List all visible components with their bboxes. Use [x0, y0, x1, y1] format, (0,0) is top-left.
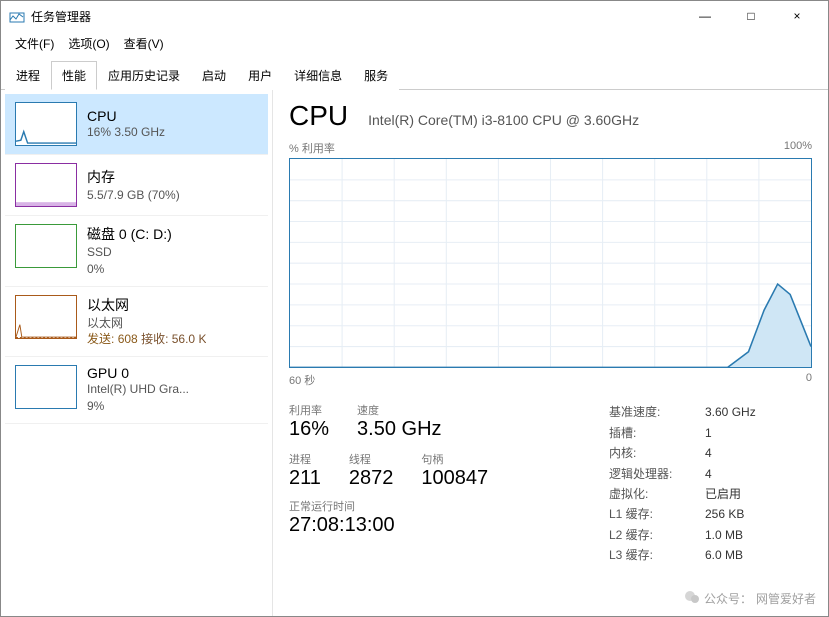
sidebar-item-sub: 16% 3.50 GHz — [87, 124, 165, 141]
sidebar-item-sendrecv: 发送: 608 接收: 56.0 K — [87, 331, 206, 348]
sidebar-item-label: 磁盘 0 (C: D:) — [87, 224, 172, 244]
cpu-model: Intel(R) Core(TM) i3-8100 CPU @ 3.60GHz — [368, 112, 639, 128]
kv-key: L2 缓存: — [609, 525, 685, 545]
sidebar-item-sub: 5.5/7.9 GB (70%) — [87, 187, 180, 204]
cpu-details: 基准速度:3.60 GHz 插槽:1 内核:4 逻辑处理器:4 虚拟化:已启用 … — [609, 402, 756, 565]
titlebar: 任务管理器 — □ × — [1, 1, 828, 31]
watermark-name: 网管爱好者 — [756, 590, 816, 607]
cpu-thumb-icon — [15, 102, 77, 146]
kv-val: 已启用 — [705, 484, 741, 504]
sidebar-item-ethernet[interactable]: 以太网 以太网 发送: 608 接收: 56.0 K — [5, 287, 268, 358]
chart-xleft: 60 秒 — [289, 372, 315, 388]
stat-label-utilization: 利用率 — [289, 402, 329, 418]
wechat-icon — [684, 589, 700, 608]
sidebar-item-label: CPU — [87, 108, 165, 124]
chart-ylabel: % 利用率 — [289, 140, 335, 156]
stat-value-processes: 211 — [289, 467, 321, 490]
kv-key: 逻辑处理器: — [609, 464, 685, 484]
gpu-thumb-icon — [15, 365, 77, 409]
menu-view[interactable]: 查看(V) — [118, 33, 170, 54]
chart-xright: 0 — [806, 372, 812, 388]
sidebar-item-label: 以太网 — [87, 295, 206, 315]
sidebar[interactable]: CPU 16% 3.50 GHz 内存 5.5/7.9 GB (70%) 磁盘 … — [1, 90, 273, 616]
stat-value-threads: 2872 — [349, 467, 394, 490]
minimize-button[interactable]: — — [682, 1, 728, 31]
tab-startup[interactable]: 启动 — [191, 61, 237, 90]
tab-processes[interactable]: 进程 — [5, 61, 51, 90]
kv-val: 1.0 MB — [705, 525, 743, 545]
recv-value: 56.0 K — [172, 332, 207, 346]
stat-label-handles: 句柄 — [421, 451, 488, 467]
tab-details[interactable]: 详细信息 — [283, 61, 353, 90]
tab-users[interactable]: 用户 — [237, 61, 283, 90]
sidebar-item-disk[interactable]: 磁盘 0 (C: D:) SSD 0% — [5, 216, 268, 287]
watermark-prefix: 公众号： — [704, 590, 752, 607]
kv-key: 虚拟化: — [609, 484, 685, 504]
menu-file[interactable]: 文件(F) — [9, 33, 60, 54]
kv-key: L1 缓存: — [609, 504, 685, 524]
ethernet-thumb-icon — [15, 295, 77, 339]
tab-app-history[interactable]: 应用历史记录 — [97, 61, 191, 90]
watermark: 公众号： 网管爱好者 — [684, 589, 816, 608]
close-button[interactable]: × — [774, 1, 820, 31]
menubar: 文件(F) 选项(O) 查看(V) — [1, 31, 828, 60]
cpu-utilization-chart[interactable] — [289, 158, 812, 368]
kv-val: 1 — [705, 423, 712, 443]
send-label: 发送: — [87, 332, 114, 346]
sidebar-item-sub: 以太网 — [87, 315, 206, 332]
maximize-button[interactable]: □ — [728, 1, 774, 31]
main-panel: CPU Intel(R) Core(TM) i3-8100 CPU @ 3.60… — [273, 90, 828, 616]
kv-val: 6.0 MB — [705, 545, 743, 565]
stat-label-speed: 速度 — [357, 402, 441, 418]
disk-thumb-icon — [15, 224, 77, 268]
kv-val: 256 KB — [705, 504, 744, 524]
page-title: CPU — [289, 100, 348, 132]
kv-key: 插槽: — [609, 423, 685, 443]
kv-key: L3 缓存: — [609, 545, 685, 565]
chart-ymax: 100% — [784, 140, 812, 156]
sidebar-item-sub: SSD — [87, 244, 172, 261]
kv-val: 4 — [705, 464, 712, 484]
uptime-label: 正常运行时间 — [289, 498, 569, 514]
sidebar-item-cpu[interactable]: CPU 16% 3.50 GHz — [5, 94, 268, 155]
uptime-value: 27:08:13:00 — [289, 514, 569, 537]
sidebar-item-label: 内存 — [87, 167, 180, 187]
stat-label-threads: 线程 — [349, 451, 394, 467]
stat-value-speed: 3.50 GHz — [357, 418, 441, 441]
sidebar-item-memory[interactable]: 内存 5.5/7.9 GB (70%) — [5, 155, 268, 216]
app-icon — [9, 8, 25, 24]
kv-val: 4 — [705, 443, 712, 463]
window-title: 任务管理器 — [31, 8, 91, 25]
kv-val: 3.60 GHz — [705, 402, 756, 422]
task-manager-window: 任务管理器 — □ × 文件(F) 选项(O) 查看(V) 进程 性能 应用历史… — [0, 0, 829, 617]
tabbar: 进程 性能 应用历史记录 启动 用户 详细信息 服务 — [1, 60, 828, 90]
sidebar-item-label: GPU 0 — [87, 365, 189, 381]
stat-value-utilization: 16% — [289, 418, 329, 441]
kv-key: 基准速度: — [609, 402, 685, 422]
sidebar-item-sub2: 0% — [87, 261, 172, 278]
menu-options[interactable]: 选项(O) — [62, 33, 115, 54]
sidebar-item-sub2: 9% — [87, 398, 189, 415]
tab-performance[interactable]: 性能 — [51, 61, 97, 90]
content: CPU 16% 3.50 GHz 内存 5.5/7.9 GB (70%) 磁盘 … — [1, 90, 828, 616]
kv-key: 内核: — [609, 443, 685, 463]
sidebar-item-gpu[interactable]: GPU 0 Intel(R) UHD Gra... 9% — [5, 357, 268, 424]
memory-thumb-icon — [15, 163, 77, 207]
stat-value-handles: 100847 — [421, 467, 488, 490]
tab-services[interactable]: 服务 — [353, 61, 399, 90]
stat-label-processes: 进程 — [289, 451, 321, 467]
recv-label: 接收: — [141, 332, 168, 346]
sidebar-item-sub: Intel(R) UHD Gra... — [87, 381, 189, 398]
send-value: 608 — [118, 332, 138, 346]
